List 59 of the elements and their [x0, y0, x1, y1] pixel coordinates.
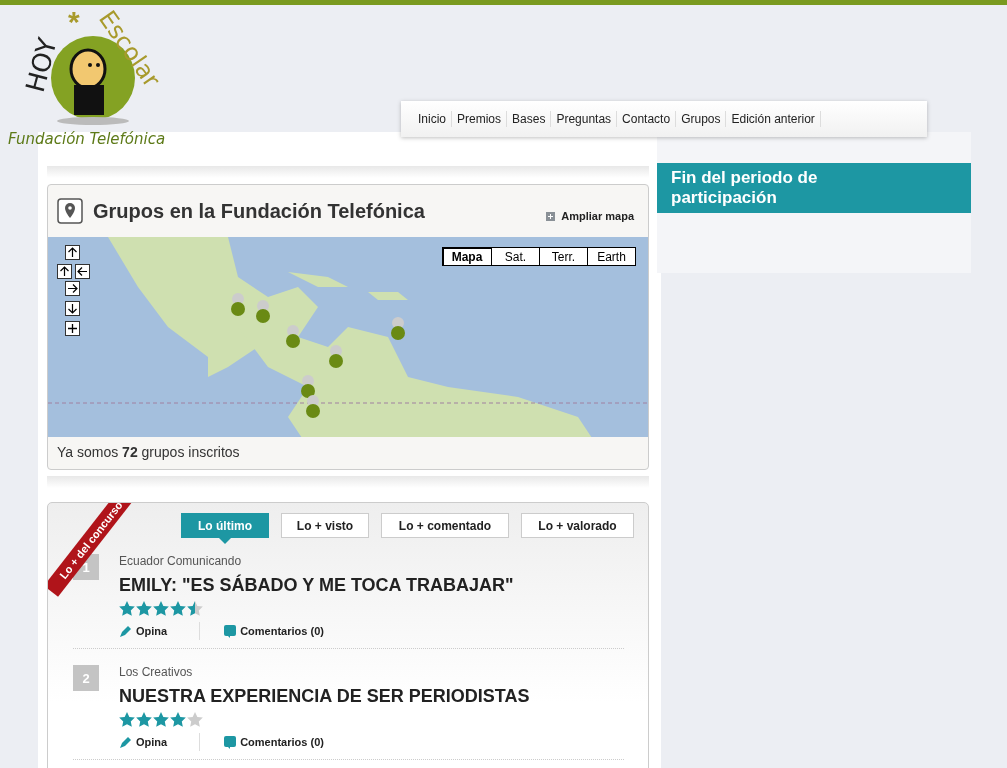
map-type-button[interactable]: Earth: [587, 248, 635, 265]
nav-link[interactable]: Inicio: [409, 111, 452, 127]
opine-link[interactable]: Opina: [119, 624, 168, 638]
nav-link[interactable]: Bases: [507, 111, 552, 127]
comments-link[interactable]: Comentarios (0): [224, 624, 324, 638]
map-type-button[interactable]: Sat.: [491, 248, 539, 265]
star-icon: [170, 712, 186, 727]
star-icon: [170, 601, 186, 616]
comments-link[interactable]: Comentarios (0): [224, 735, 324, 749]
star-icon: [187, 712, 203, 727]
arrow-icon: [67, 303, 78, 314]
post-title[interactable]: EMILY: "ES SÁBADO Y ME TOCA TRABAJAR": [119, 575, 514, 596]
nav-link[interactable]: Contacto: [617, 111, 677, 127]
tab[interactable]: Lo + comentado: [381, 513, 509, 538]
tab-pointer: [219, 538, 231, 544]
card-title: Grupos en la Fundación Telefónica: [93, 199, 426, 223]
star-icon: [136, 601, 152, 616]
arrow-icon: [67, 283, 78, 294]
pencil-icon: [119, 735, 132, 749]
plus-icon: [67, 323, 78, 334]
nav-link[interactable]: Premios: [452, 111, 508, 127]
nav-link[interactable]: Grupos: [676, 111, 727, 127]
expand-map-link[interactable]: Ampliar mapa: [546, 210, 634, 222]
star-icon: [153, 712, 169, 727]
star-icon: [136, 712, 152, 727]
star-icon: [187, 601, 203, 616]
arrow-icon: [59, 266, 70, 277]
pan-button[interactable]: [57, 264, 72, 279]
group-name: Los Creativos: [119, 665, 194, 679]
nav-link[interactable]: Preguntas: [551, 111, 618, 127]
nav-link[interactable]: Edición anterior: [726, 111, 821, 127]
pan-button[interactable]: [65, 281, 80, 296]
rank-number: 2: [73, 665, 99, 691]
arrow-icon: [67, 247, 78, 258]
star-icon: [119, 601, 135, 616]
pencil-icon: [119, 624, 132, 638]
plus-icon: [546, 211, 556, 221]
opine-link[interactable]: Opina: [119, 735, 168, 749]
zoom-in-button[interactable]: [65, 321, 80, 336]
logo-asterisk-text: *: [68, 5, 80, 39]
tab[interactable]: Lo + valorado: [521, 513, 634, 538]
star-icon: [119, 712, 135, 727]
arrow-icon: [77, 266, 88, 277]
map-pin-icon: [57, 198, 83, 224]
map-type-button[interactable]: Terr.: [539, 248, 587, 265]
speech-bubble-icon: [224, 735, 237, 749]
tab[interactable]: Lo + visto: [281, 513, 369, 538]
logo-subtitle: Fundación Telefónica: [8, 130, 166, 148]
pan-button[interactable]: [65, 301, 80, 316]
pan-button[interactable]: [75, 264, 90, 279]
group-count-text: Ya somos 72 grupos inscritos: [56, 443, 241, 462]
pan-button[interactable]: [65, 245, 80, 260]
sidebar-banner: Fin del periodo de participación: [657, 163, 971, 213]
star-icon: [153, 601, 169, 616]
logo-text: HOY: [19, 34, 63, 96]
group-name: Ecuador Comunicando: [119, 554, 243, 568]
map-type-button[interactable]: Mapa: [443, 248, 491, 265]
post-title[interactable]: NUESTRA EXPERIENCIA DE SER PERIODISTAS: [119, 686, 530, 707]
speech-bubble-icon: [224, 624, 237, 638]
